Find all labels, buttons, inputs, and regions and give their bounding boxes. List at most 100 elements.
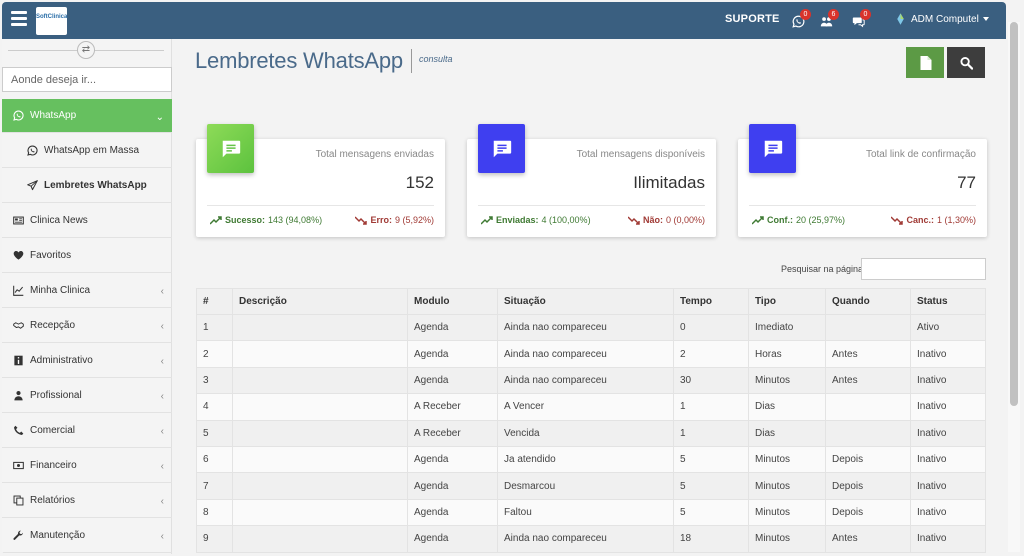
sidebar-item-recepcao[interactable]: Recepção ‹ <box>2 308 172 343</box>
table-cell: Inativo <box>910 525 986 553</box>
table-cell <box>232 498 408 527</box>
table-cell: 1 <box>673 419 749 447</box>
table-cell: Inativo <box>910 366 986 395</box>
table-row[interactable]: 1 Agenda Ainda nao compareceu 0 Imediato Ativ… <box>196 313 986 342</box>
search-button[interactable] <box>947 47 985 78</box>
table-cell: 2 <box>196 340 233 368</box>
column-header[interactable]: Quando <box>825 288 911 315</box>
table-cell: Minutos <box>748 472 826 500</box>
user-menu[interactable]: ADM Computel <box>894 12 989 26</box>
newspaper-icon <box>12 214 24 226</box>
send-icon <box>26 179 38 191</box>
sidebar-item-clinica-news[interactable]: Clinica News <box>2 203 172 238</box>
column-header[interactable]: # <box>196 288 233 315</box>
sidebar-item-whatsapp-em-massa[interactable]: WhatsApp em Massa <box>2 133 172 168</box>
sidebar-item-relatorios[interactable]: Relatórios ‹ <box>2 483 172 518</box>
sidebar-item-label: Recepção <box>30 319 76 331</box>
table-cell <box>232 340 408 368</box>
table-row[interactable]: 5 A Receber Vencida 1 Dias Inativo <box>196 419 986 447</box>
chat-badge: 0 <box>860 9 871 20</box>
menu-toggle-icon[interactable] <box>11 11 27 26</box>
table-row[interactable]: 4 A Receber A Vencer 1 Dias Inativo <box>196 393 986 421</box>
money-icon <box>12 459 24 471</box>
table-cell: Inativo <box>910 445 986 474</box>
table-cell: A Receber <box>407 419 498 447</box>
sidebar-item-manutencao[interactable]: Manutenção ‹ <box>2 518 172 553</box>
message-icon <box>749 124 796 173</box>
table-cell: 2 <box>673 340 749 368</box>
table-row[interactable]: 7 Agenda Desmarcou 5 Minutos Depois Inativo <box>196 472 986 500</box>
sidebar-item-administrativo[interactable]: Administrativo ‹ <box>2 343 172 378</box>
stat-value: 4 (100,00%) <box>541 215 591 225</box>
info-icon <box>12 354 24 366</box>
support-link[interactable]: SUPORTE <box>725 13 780 25</box>
table-cell: 4 <box>196 393 233 421</box>
trend-up-icon <box>210 215 222 225</box>
main-content: Lembretes WhatsApp consulta Total mensag… <box>172 39 1006 554</box>
new-document-button[interactable] <box>906 47 944 78</box>
column-header[interactable]: Status <box>910 288 986 315</box>
table-cell: Dias <box>748 393 826 421</box>
stat-value: 0 (0,00%) <box>665 215 705 225</box>
sidebar-item-label: Relatórios <box>30 494 76 506</box>
card-value: 152 <box>405 173 434 192</box>
column-header[interactable]: Situação <box>497 288 674 315</box>
column-header[interactable]: Tipo <box>748 288 826 315</box>
whatsapp-notification-button[interactable]: 0 <box>792 9 811 29</box>
sidebar-item-label: Administrativo <box>30 354 93 366</box>
sidebar-item-profissional[interactable]: Profissional ‹ <box>2 378 172 413</box>
stat-label: Sucesso: <box>225 215 266 225</box>
column-header[interactable]: Modulo <box>407 288 498 315</box>
trend-up-icon <box>481 215 493 225</box>
table-cell: 1 <box>196 313 233 342</box>
whatsapp-icon <box>26 144 38 156</box>
table-cell: Minutos <box>748 366 826 395</box>
table-cell: 0 <box>673 313 749 342</box>
sidebar-item-whatsapp[interactable]: WhatsApp ⌄ <box>2 99 172 133</box>
card-value: Ilimitadas <box>633 173 705 192</box>
card-not-sent-stat: Não: 0 (0,00%) <box>627 215 705 225</box>
table-cell: Dias <box>748 419 826 447</box>
sidebar-search-input[interactable] <box>2 67 172 92</box>
table-cell: Antes <box>825 366 911 395</box>
user-logo-icon <box>897 13 904 25</box>
sidebar-item-comercial[interactable]: Comercial ‹ <box>2 413 172 448</box>
column-header[interactable]: Descrição <box>232 288 408 315</box>
table-row[interactable]: 9 Agenda Ainda nao compareceu 18 Minutos Ante… <box>196 525 986 553</box>
sidebar-item-lembretes-whatsapp[interactable]: Lembretes WhatsApp <box>2 168 172 203</box>
chat-notification-button[interactable]: 0 <box>852 9 871 29</box>
chevron-left-icon: ‹ <box>160 356 164 367</box>
sidebar-item-favoritos[interactable]: Favoritos <box>2 238 172 273</box>
search-icon <box>959 56 973 70</box>
table-cell: 9 <box>196 525 233 553</box>
users-notification-button[interactable]: 6 <box>820 9 839 29</box>
sidebar-item-minha-clinica[interactable]: Minha Clinica ‹ <box>2 273 172 308</box>
chart-icon <box>12 284 24 296</box>
table-cell: 1 <box>673 393 749 421</box>
chevron-left-icon: ‹ <box>160 286 164 297</box>
table-row[interactable]: 2 Agenda Ainda nao compareceu 2 Horas Antes In… <box>196 340 986 368</box>
table-cell <box>825 313 911 342</box>
stat-label: Conf.: <box>767 215 793 225</box>
table-cell: Inativo <box>910 498 986 527</box>
table-cell: 30 <box>673 366 749 395</box>
sidebar-item-label: Lembretes WhatsApp <box>44 179 147 191</box>
app-logo[interactable]: SoftClinica <box>36 7 67 35</box>
table-body: 1 Agenda Ainda nao compareceu 0 Imediato Ativ… <box>196 313 986 553</box>
table-cell: Ativo <box>910 313 986 342</box>
table-row[interactable]: 3 Agenda Ainda nao compareceu 30 Minutos Ante… <box>196 366 986 395</box>
table-cell: Faltou <box>497 498 674 527</box>
doctor-icon <box>12 389 24 401</box>
swap-icon[interactable]: ⇄ <box>77 41 95 59</box>
column-header[interactable]: Tempo <box>673 288 749 315</box>
page-search-input[interactable] <box>861 258 986 280</box>
table-cell: Agenda <box>407 498 498 527</box>
table-row[interactable]: 6 Agenda Ja atendido 5 Minutos Depois Inativo <box>196 445 986 474</box>
table-cell: 3 <box>196 366 233 395</box>
page-search-label: Pesquisar na página <box>781 264 864 274</box>
scrollbar-thumb[interactable] <box>1010 22 1018 406</box>
sidebar-item-financeiro[interactable]: Financeiro ‹ <box>2 448 172 483</box>
table-row[interactable]: 8 Agenda Faltou 5 Minutos Depois Inativo <box>196 498 986 527</box>
divider <box>478 205 705 206</box>
card-label: Total link de confirmação <box>865 149 976 160</box>
